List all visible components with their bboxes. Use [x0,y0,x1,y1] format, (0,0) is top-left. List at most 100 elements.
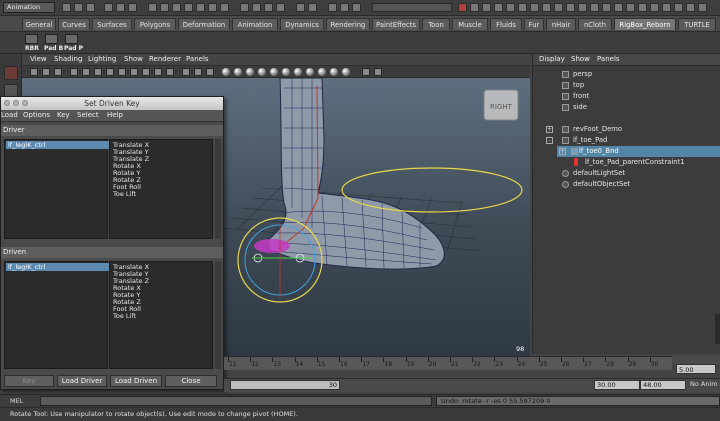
shaded-icon[interactable] [182,68,190,76]
range-slider[interactable]: 30 [230,380,340,390]
render-settings-icon[interactable] [352,3,361,12]
sdk-menu-item[interactable]: Help [107,111,123,119]
driven-attribute-item[interactable]: Toe Lift [113,313,136,320]
tool-icon[interactable] [602,3,611,12]
select-object-icon[interactable] [116,3,125,12]
tool-icon[interactable] [494,3,503,12]
lighting-ball-icon[interactable] [330,68,338,76]
tool-icon[interactable] [518,3,527,12]
lighting-ball-icon[interactable] [282,68,290,76]
driven-attribute-list[interactable]: Translate X Translate Y Translate Z Rota… [109,261,213,369]
mask-icon[interactable] [172,3,181,12]
expand-plus-icon[interactable]: + [559,148,566,155]
mask-icon[interactable] [148,3,157,12]
attribute-editor-icon[interactable] [458,3,467,12]
shelf-tab[interactable]: nHair [546,18,576,30]
time-slider[interactable]: 11 12 13 14 15 16 17 18 19 20 21 22 23 24 25 26 27 28 29 30 [224,356,672,370]
select-hierarchy-icon[interactable] [104,3,113,12]
lighting-ball-icon[interactable] [246,68,254,76]
outliner-item-revfoot-demo[interactable]: revFoot_Demo [573,124,622,135]
channel-box-icon[interactable] [482,3,491,12]
viewport-menu-item[interactable]: Panels [186,55,209,63]
shelf-tab[interactable]: Rendering [326,18,370,30]
viewport-menu-item[interactable]: Show [124,55,143,63]
new-scene-icon[interactable] [62,3,71,12]
history-icon[interactable] [296,3,305,12]
wireframe-icon[interactable] [166,68,174,76]
shelf-tab[interactable]: Toon [422,18,450,30]
outliner-menu-item[interactable]: Panels [597,55,620,63]
mask-icon[interactable] [220,3,229,12]
mel-label[interactable]: MEL [10,397,23,405]
driver-attribute-item[interactable]: Toe Lift [113,191,136,198]
outliner-menu-item[interactable]: Display [539,55,565,63]
tool-icon[interactable] [638,3,647,12]
shelf-tab[interactable]: Fur [524,18,544,30]
snap-grid-icon[interactable] [240,3,249,12]
tool-icon[interactable] [686,3,695,12]
driver-attribute-list[interactable]: Translate X Translate Y Translate Z Rota… [109,139,213,239]
sdk-menu-item[interactable]: Key [57,111,70,119]
save-scene-icon[interactable] [86,3,95,12]
film-gate-icon[interactable] [94,68,102,76]
gate-mask-icon[interactable] [118,68,126,76]
grid-icon[interactable] [82,68,90,76]
expand-plus-icon[interactable]: + [546,126,553,133]
shelf-tab[interactable]: Muscle [452,18,488,30]
load-driver-button[interactable]: Load Driver [57,375,107,387]
mask-icon[interactable] [184,3,193,12]
sdk-menu-item[interactable]: Options [23,111,50,119]
viewport-menu-item[interactable]: Renderer [149,55,181,63]
viewport-menu-item[interactable]: View [30,55,47,63]
tool-icon[interactable] [650,3,659,12]
isolate-icon[interactable] [362,68,370,76]
driver-scrollbar[interactable] [215,139,221,239]
shelf-tab[interactable]: nCloth [578,18,612,30]
shelf-tab[interactable]: Dynamics [280,18,324,30]
playback-end-field[interactable]: 30.00 [594,380,640,390]
outliner-item-side[interactable]: side [573,102,587,113]
tool-icon[interactable] [530,3,539,12]
tool-icon[interactable] [506,3,515,12]
tool-settings-icon[interactable] [470,3,479,12]
xray-joints-icon[interactable] [374,68,382,76]
outliner-item-default-light-set[interactable]: defaultLightSet [573,168,625,179]
select-arrow-icon[interactable] [4,66,18,80]
lighting-ball-icon[interactable] [342,68,350,76]
view-cube-label[interactable]: RIGHT [490,103,513,111]
outliner-menu-item[interactable]: Show [571,55,590,63]
mode-dropdown[interactable]: Animation [3,2,55,13]
history-icon[interactable] [308,3,317,12]
shelf-button-rbr-icon[interactable] [25,34,38,44]
tool-icon[interactable] [542,3,551,12]
shelf-tab[interactable]: TURTLE [678,18,716,30]
shelf-tab[interactable]: Deformation [178,18,230,30]
outliner-item-lf-toe-pad[interactable]: lf_toe_Pad [573,135,607,146]
window-title-bar[interactable]: Set Driven Key [1,97,223,110]
camera-icon[interactable] [30,68,38,76]
lighting-ball-icon[interactable] [270,68,278,76]
lighting-ball-icon[interactable] [306,68,314,76]
lighting-ball-icon[interactable] [258,68,266,76]
ipr-render-icon[interactable] [340,3,349,12]
driver-object-list[interactable]: lf_legIK_ctrl [4,139,109,239]
lighting-ball-icon[interactable] [318,68,326,76]
tool-icon[interactable] [674,3,683,12]
xray-icon[interactable] [206,68,214,76]
safe-action-icon[interactable] [142,68,150,76]
collapse-minus-icon[interactable]: - [546,137,553,144]
shelf-tab[interactable]: Fluids [490,18,522,30]
lighting-ball-icon[interactable] [234,68,242,76]
camera-attr-icon[interactable] [42,68,50,76]
key-button[interactable]: Key [4,375,54,387]
lighting-ball-icon[interactable] [294,68,302,76]
snap-point-icon[interactable] [264,3,273,12]
mask-icon[interactable] [160,3,169,12]
snap-plane-icon[interactable] [276,3,285,12]
shelf-tab[interactable]: Polygons [134,18,176,30]
shelf-button-pad-p-icon[interactable] [65,34,78,44]
minimize-window-icon[interactable] [13,100,19,106]
current-frame-field[interactable]: 5.00 [676,364,716,374]
scrollbar[interactable] [715,314,720,344]
animation-end-field[interactable]: 48.00 [640,380,686,390]
